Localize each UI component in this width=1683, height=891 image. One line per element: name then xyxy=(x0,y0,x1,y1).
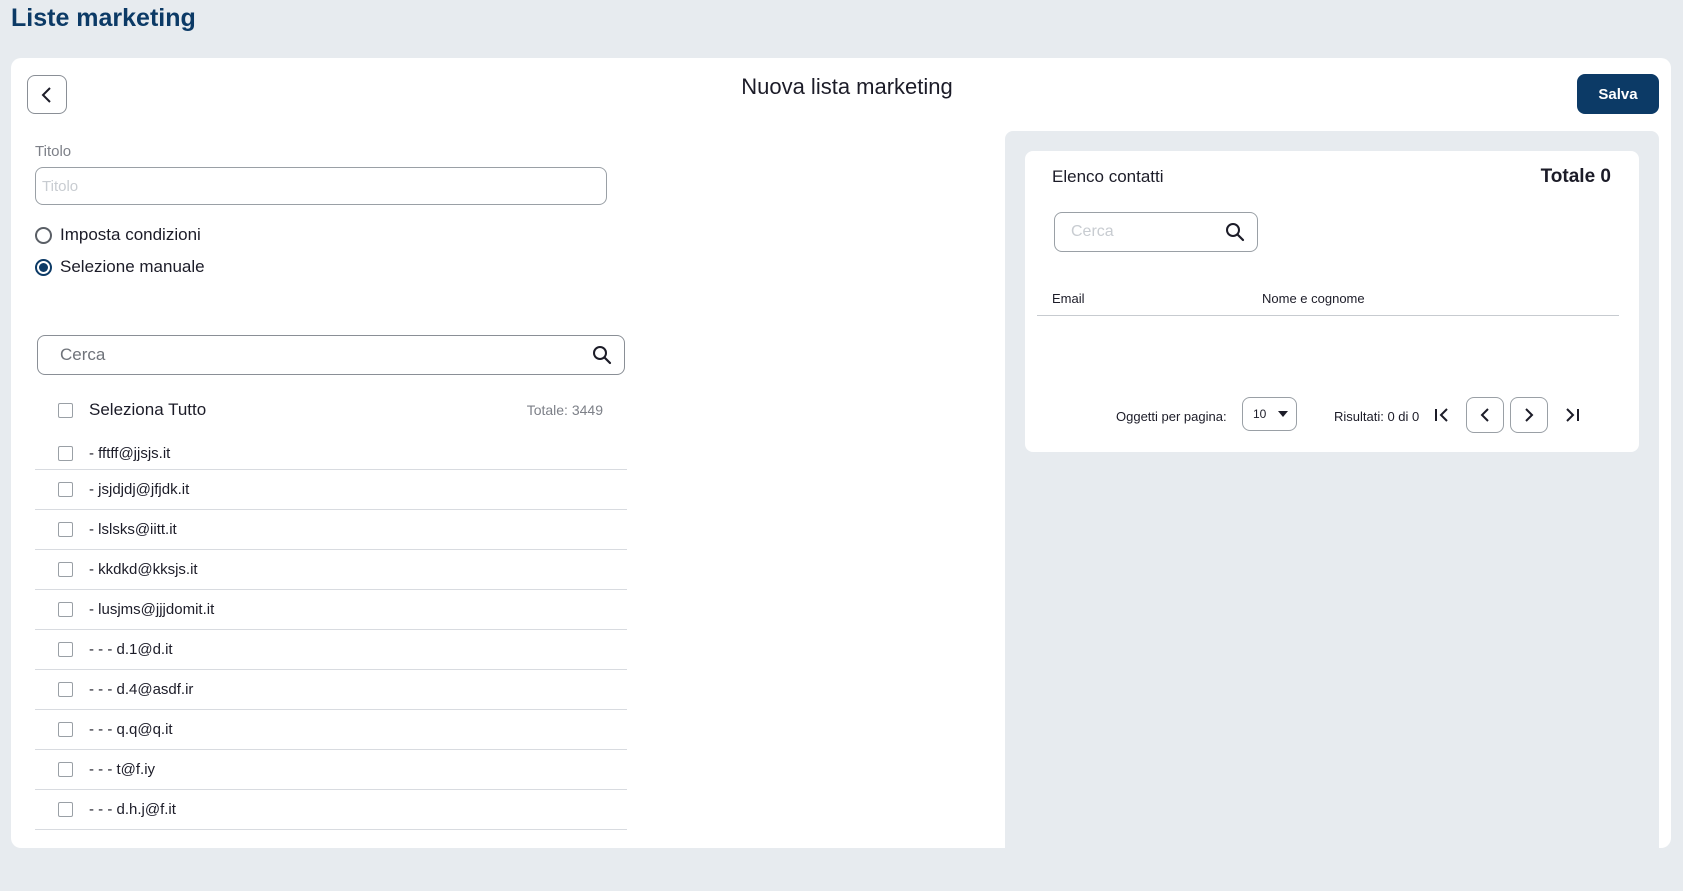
select-all-checkbox[interactable] xyxy=(58,402,73,418)
list-item[interactable]: - - - q.q@q.it xyxy=(35,710,627,750)
select-all-label: Seleziona Tutto xyxy=(89,400,207,419)
first-page-button[interactable] xyxy=(1423,397,1461,433)
items-per-page-value: 10 xyxy=(1253,407,1267,421)
list-item[interactable]: - jsjdjdj@jfjdk.it xyxy=(35,470,627,510)
search-icon[interactable] xyxy=(592,345,612,365)
previous-page-button[interactable] xyxy=(1466,397,1504,433)
contact-label: - - - d.h.j@f.it xyxy=(89,801,176,818)
contact-label: - lslsks@iitt.it xyxy=(89,521,177,538)
contact-label: - - - q.q@q.it xyxy=(89,721,173,738)
next-page-button[interactable] xyxy=(1510,397,1548,433)
table-header: Email Nome e cognome xyxy=(1037,279,1619,316)
contact-checkbox[interactable] xyxy=(58,642,73,657)
last-page-icon xyxy=(1566,408,1579,422)
radio-imposta-condizioni[interactable]: Imposta condizioni xyxy=(35,225,201,245)
contacts-panel: Elenco contatti Totale 0 Email Nome e co… xyxy=(1005,131,1659,891)
contact-checkbox[interactable] xyxy=(58,722,73,737)
chevron-left-icon xyxy=(1480,408,1489,422)
list-item[interactable]: - - - d.h.j@f.it xyxy=(35,790,627,830)
contacts-search-input[interactable] xyxy=(1069,222,1213,242)
list-item[interactable]: - kkdkd@kksjs.it xyxy=(35,550,627,590)
contacts-total: Totale 0 xyxy=(1540,166,1611,187)
results-count: Risultati: 0 di 0 xyxy=(1334,409,1420,424)
list-item[interactable]: - - - t@f.iy xyxy=(35,750,627,790)
radio-button[interactable] xyxy=(35,258,52,276)
contact-checkbox[interactable] xyxy=(58,802,73,817)
list-item[interactable]: - - - d.4@asdf.ir xyxy=(35,670,627,710)
chevron-right-icon xyxy=(1525,408,1534,422)
first-page-icon xyxy=(1435,408,1448,422)
contact-label: - fftff@jjsjs.it xyxy=(89,445,171,462)
items-per-page-select[interactable]: 10 xyxy=(1242,397,1297,431)
list-item[interactable]: - lslsks@iitt.it xyxy=(35,510,627,550)
total-count: Totale: 3449 xyxy=(526,402,603,418)
contact-checkbox[interactable] xyxy=(58,446,73,461)
contact-checkbox[interactable] xyxy=(58,522,73,537)
contact-label: - jsjdjdj@jfjdk.it xyxy=(89,481,190,498)
radio-selected-dot xyxy=(39,262,48,272)
contacts-card: Elenco contatti Totale 0 Email Nome e co… xyxy=(1025,151,1639,452)
column-header-name[interactable]: Nome e cognome xyxy=(1262,291,1365,306)
title-label: Titolo xyxy=(35,143,72,160)
items-per-page-label: Oggetti per pagina: xyxy=(1116,409,1227,424)
page-title: Liste marketing xyxy=(11,4,196,32)
contact-checkbox[interactable] xyxy=(58,602,73,617)
contact-checkbox[interactable] xyxy=(58,482,73,497)
contact-label: - - - d.4@asdf.ir xyxy=(89,681,194,698)
select-all-row: Seleziona Tutto Totale: 3449 xyxy=(35,394,627,426)
form-card: Nuova lista marketing Salva Titolo Impos… xyxy=(11,58,1671,891)
contact-list: - fftff@jjsjs.it - jsjdjdj@jfjdk.it - ls… xyxy=(35,438,627,830)
radio-button[interactable] xyxy=(35,226,52,244)
form-title: Nuova lista marketing xyxy=(741,74,953,99)
caret-down-icon xyxy=(1278,411,1288,417)
radio-label: Imposta condizioni xyxy=(60,225,201,244)
contact-checkbox[interactable] xyxy=(58,682,73,697)
contact-label: - kkdkd@kksjs.it xyxy=(89,561,198,578)
title-input[interactable] xyxy=(35,167,607,205)
contact-label: - - - d.1@d.it xyxy=(89,641,173,658)
contact-label: - - - t@f.iy xyxy=(89,761,156,778)
contact-checkbox[interactable] xyxy=(58,762,73,777)
contacts-search-box xyxy=(1054,212,1258,252)
search-icon[interactable] xyxy=(1225,222,1245,242)
list-item[interactable]: - fftff@jjsjs.it xyxy=(35,438,627,470)
column-header-email[interactable]: Email xyxy=(1052,291,1085,306)
contact-search-input[interactable] xyxy=(58,344,592,366)
list-item[interactable]: - lusjms@jjjdomit.it xyxy=(35,590,627,630)
contacts-title: Elenco contatti xyxy=(1052,167,1164,186)
list-item[interactable]: - - - d.1@d.it xyxy=(35,630,627,670)
contact-label: - lusjms@jjjdomit.it xyxy=(89,601,215,618)
contact-checkbox[interactable] xyxy=(58,562,73,577)
radio-selezione-manuale[interactable]: Selezione manuale xyxy=(35,257,205,277)
save-button[interactable]: Salva xyxy=(1577,74,1659,114)
radio-label: Selezione manuale xyxy=(60,257,205,276)
contact-search-box xyxy=(37,335,625,375)
last-page-button[interactable] xyxy=(1553,397,1591,433)
